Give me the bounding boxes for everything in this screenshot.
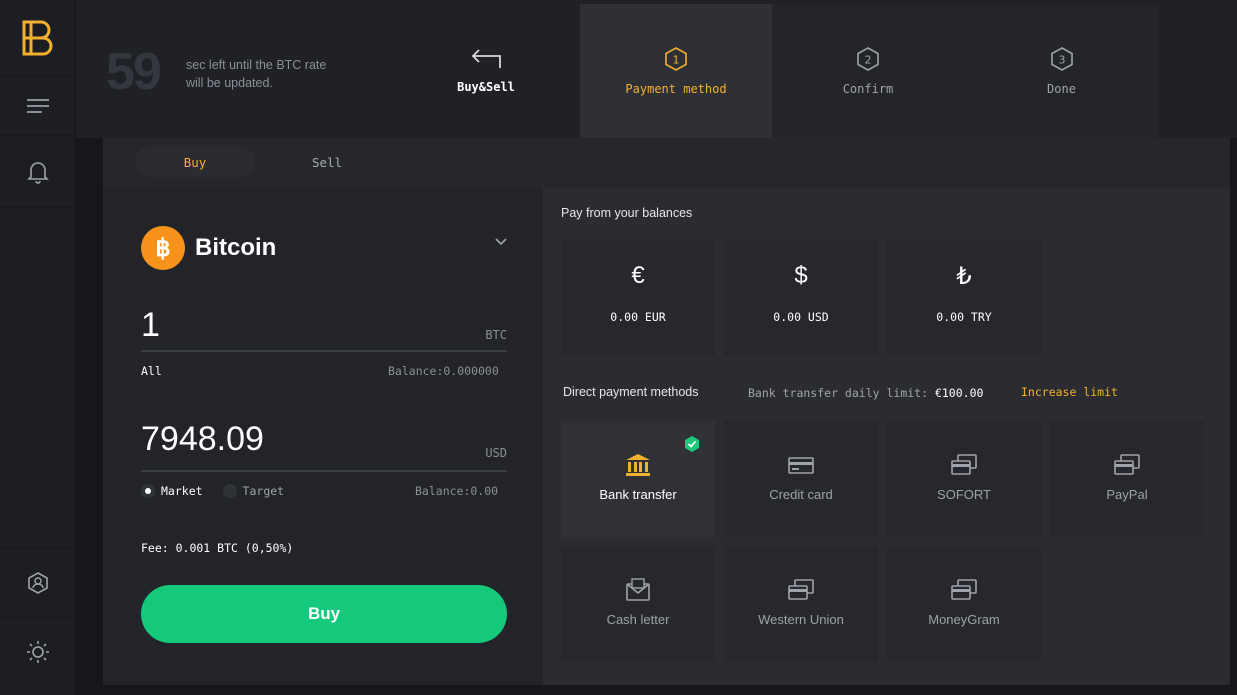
profile-button[interactable] xyxy=(0,548,76,618)
logo-icon xyxy=(22,20,53,55)
payment-card-icon xyxy=(951,454,977,475)
user-shield-icon xyxy=(28,572,48,594)
bank-limit-value: €100.00 xyxy=(934,386,984,400)
logo[interactable] xyxy=(0,0,76,76)
payment-method-name: MoneyGram xyxy=(928,612,1000,627)
step-confirm[interactable]: 2 Confirm xyxy=(772,4,964,138)
rate-timer: 59 xyxy=(106,43,162,101)
btc-balance: Balance:0.000000 xyxy=(388,364,499,378)
amount-unit: BTC xyxy=(485,328,507,342)
lira-icon: ₺ xyxy=(956,263,972,290)
target-radio[interactable] xyxy=(222,484,237,498)
top-bar: 59 sec left until the BTC rate will be u… xyxy=(76,0,1237,138)
dollar-icon: $ xyxy=(794,262,808,289)
balance-card-try[interactable]: ₺ 0.00 TRY xyxy=(887,240,1041,356)
payment-method-name: SOFORT xyxy=(937,487,991,502)
bank-limit: Bank transfer daily limit: €100.00 xyxy=(748,386,983,400)
payment-method-western-union[interactable]: Western Union xyxy=(724,546,878,662)
total-input[interactable]: 7948.09 USD xyxy=(141,416,507,472)
payment-card-icon xyxy=(788,579,814,600)
sun-icon xyxy=(27,641,49,663)
market-radio[interactable] xyxy=(141,484,155,498)
market-label: Market xyxy=(161,484,203,498)
menu-button[interactable] xyxy=(0,76,76,136)
payment-method-name: Bank transfer xyxy=(599,487,677,502)
main-panel: Buy Sell ฿ Bitcoin 1 BTC All Balance:0.0… xyxy=(103,138,1230,685)
svg-text:3: 3 xyxy=(1058,54,1065,67)
payment-method-credit-card[interactable]: Credit card xyxy=(724,421,878,537)
step-back-label: Buy&Sell xyxy=(457,80,515,94)
increase-limit-link[interactable]: Increase limit xyxy=(1021,385,1118,399)
amount-input[interactable]: 1 BTC xyxy=(141,300,507,352)
step-1-hexagon-icon: 1 xyxy=(665,47,687,71)
bank-limit-label: Bank transfer daily limit: xyxy=(748,386,929,400)
step-done[interactable]: 3 Done xyxy=(964,4,1159,138)
step-back-buy-sell[interactable]: Buy&Sell xyxy=(390,4,582,138)
payment-method-name: Cash letter xyxy=(606,612,670,627)
step-3-hexagon-icon: 3 xyxy=(1050,47,1073,71)
bell-icon xyxy=(27,161,49,184)
step-confirm-label: Confirm xyxy=(842,82,894,96)
balance-card-eur[interactable]: € 0.00 EUR xyxy=(561,240,715,356)
balances-title: Pay from your balances xyxy=(561,206,693,220)
total-value: 7948.09 xyxy=(141,420,264,458)
step-payment-label: Payment method xyxy=(625,82,727,96)
payment-method-paypal[interactable]: PayPal xyxy=(1050,421,1204,537)
check-badge-icon xyxy=(685,436,699,452)
rate-timer-text: sec left until the BTC rate will be upda… xyxy=(186,58,327,90)
back-arrow-icon xyxy=(471,49,501,68)
total-unit: USD xyxy=(485,446,507,460)
chevron-down-icon[interactable] xyxy=(495,238,507,246)
envelope-icon xyxy=(626,578,650,601)
coin-selector[interactable]: ฿ Bitcoin xyxy=(141,226,276,270)
payment-method-name: Western Union xyxy=(758,612,844,627)
payment-method-moneygram[interactable]: MoneyGram xyxy=(887,546,1041,662)
hamburger-icon xyxy=(27,98,49,113)
step-done-label: Done xyxy=(1047,82,1076,96)
payment-method-sofort[interactable]: SOFORT xyxy=(887,421,1041,537)
balance-amount: 0.00 TRY xyxy=(936,310,992,324)
payment-method-bank-transfer[interactable]: Bank transfer xyxy=(561,421,715,537)
order-type-radios: Market Target xyxy=(141,484,284,498)
balance-amount: 0.00 EUR xyxy=(610,310,666,324)
usd-balance: Balance:0.00 xyxy=(415,484,499,498)
step-2-hexagon-icon: 2 xyxy=(857,47,879,71)
svg-text:1: 1 xyxy=(673,54,680,67)
bitcoin-icon: ฿ xyxy=(141,226,185,270)
balance-amount: 0.00 USD xyxy=(773,310,829,324)
theme-toggle-button[interactable] xyxy=(0,618,76,686)
target-label: Target xyxy=(242,484,285,498)
payment-card-icon xyxy=(951,579,977,600)
payment-method-name: PayPal xyxy=(1106,487,1148,502)
buy-sell-tabs: Buy Sell xyxy=(103,138,1230,188)
payment-method-name: Credit card xyxy=(769,487,833,502)
coin-name: Bitcoin xyxy=(195,234,277,261)
bank-icon xyxy=(626,454,650,476)
credit-card-icon xyxy=(788,457,814,474)
buy-button[interactable]: Buy xyxy=(141,585,507,643)
amount-value: 1 xyxy=(141,306,160,344)
svg-text:2: 2 xyxy=(865,54,872,67)
direct-payment-title: Direct payment methods xyxy=(563,385,699,399)
tab-sell[interactable]: Sell xyxy=(267,147,387,177)
payment-card-icon xyxy=(1114,454,1140,475)
step-payment-method[interactable]: 1 Payment method xyxy=(580,4,772,138)
fee-text: Fee: 0.001 BTC (0,50%) xyxy=(141,541,294,555)
tab-buy[interactable]: Buy xyxy=(135,147,255,177)
order-form: ฿ Bitcoin 1 BTC All Balance:0.000000 794… xyxy=(103,188,543,685)
sidebar xyxy=(0,0,76,695)
notifications-button[interactable] xyxy=(0,136,76,208)
payment-method-cash-letter[interactable]: Cash letter xyxy=(561,546,715,662)
euro-icon: € xyxy=(631,262,645,289)
balance-card-usd[interactable]: $ 0.00 USD xyxy=(724,240,878,356)
all-button[interactable]: All xyxy=(141,364,162,378)
